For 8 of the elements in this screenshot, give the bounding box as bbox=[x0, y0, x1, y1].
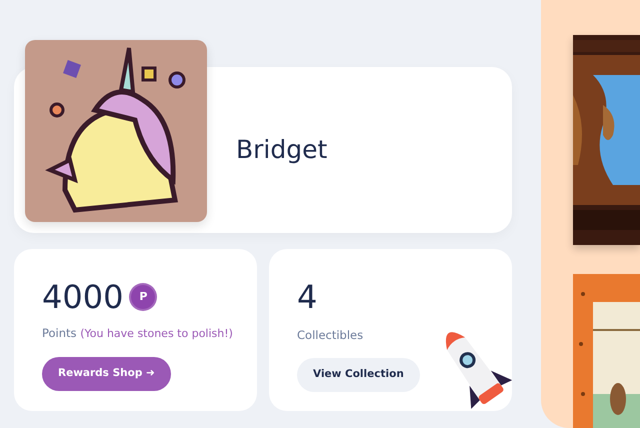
rewards-shop-button[interactable]: Rewards Shop ➜ bbox=[42, 356, 171, 390]
collectibles-value: 4 bbox=[297, 278, 318, 316]
user-name: Bridget bbox=[235, 134, 328, 166]
points-value: 4000 bbox=[42, 281, 124, 313]
points-badge: P bbox=[131, 285, 156, 309]
collectibles-label: Collectibles bbox=[297, 327, 364, 344]
points-label: Points (You have stones to polish!) bbox=[42, 325, 234, 342]
view-collection-button[interactable]: View Collection bbox=[297, 358, 420, 392]
